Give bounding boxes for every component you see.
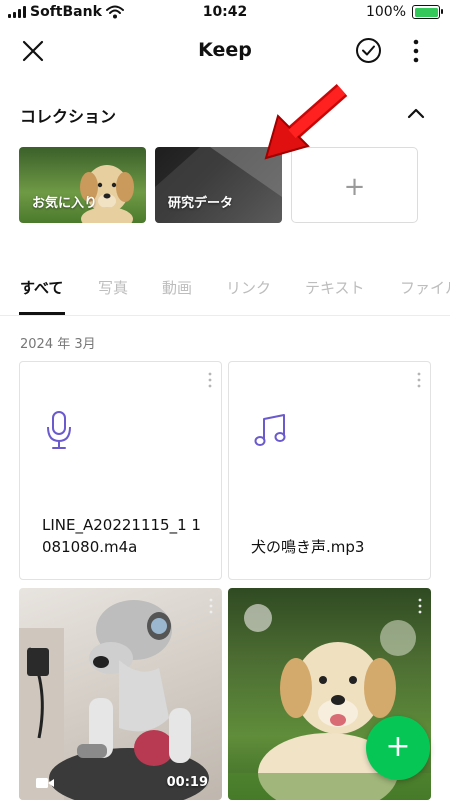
tab-links[interactable]: リンク bbox=[226, 277, 271, 298]
more-vertical-icon[interactable] bbox=[416, 372, 422, 388]
battery-percent: 100% bbox=[365, 4, 406, 20]
battery-icon bbox=[412, 5, 443, 19]
collection-title: コレクション bbox=[20, 107, 117, 126]
video-thumbnail bbox=[19, 588, 222, 800]
robot-dog-image bbox=[19, 600, 209, 800]
more-vertical-icon[interactable] bbox=[207, 372, 213, 388]
file-name: 犬の鳴き声.mp3 bbox=[251, 538, 365, 556]
more-vertical-icon[interactable] bbox=[405, 38, 427, 64]
list-item[interactable]: LINE_A20221115_1 1081080.m4a bbox=[19, 361, 222, 580]
tab-files[interactable]: ファイル bbox=[400, 277, 450, 298]
tab-text[interactable]: テキスト bbox=[305, 277, 365, 298]
status-bar: SoftBank 10:42 100% bbox=[0, 0, 450, 26]
page-title: Keep bbox=[198, 39, 252, 61]
app-header: Keep bbox=[0, 26, 450, 76]
list-item[interactable]: 犬の鳴き声.mp3 bbox=[228, 361, 431, 580]
status-right: 100% bbox=[365, 4, 443, 20]
collection-label: お気に入り bbox=[32, 196, 98, 211]
more-vertical-icon[interactable] bbox=[417, 598, 423, 614]
music-note-icon bbox=[254, 414, 286, 446]
collection-label: 研究データ bbox=[168, 196, 234, 211]
add-item-button[interactable]: + bbox=[366, 716, 430, 780]
tab-videos[interactable]: 動画 bbox=[162, 277, 192, 298]
check-circle-icon[interactable] bbox=[355, 37, 382, 64]
tab-photos[interactable]: 写真 bbox=[98, 277, 128, 298]
chevron-up-icon[interactable] bbox=[404, 103, 428, 123]
file-name: LINE_A20221115_1 1081080.m4a bbox=[42, 516, 201, 556]
more-vertical-icon[interactable] bbox=[208, 598, 214, 614]
content-tabs: すべて 写真 動画 リンク テキスト ファイル bbox=[0, 268, 450, 316]
active-tab-indicator bbox=[19, 312, 65, 315]
list-item[interactable]: 00:19 bbox=[19, 588, 222, 800]
plus-icon: + bbox=[385, 729, 411, 764]
microphone-icon bbox=[47, 411, 71, 449]
video-duration: 00:19 bbox=[166, 775, 208, 790]
video-camera-icon bbox=[36, 778, 54, 788]
date-heading: 2024 年 3月 bbox=[20, 337, 96, 352]
puppy-thumbnail-image bbox=[80, 165, 134, 223]
tab-all[interactable]: すべて bbox=[20, 277, 63, 298]
plus-icon: + bbox=[343, 172, 366, 202]
annotation-arrow-icon bbox=[264, 84, 348, 160]
collection-favorites[interactable]: お気に入り bbox=[19, 147, 146, 223]
